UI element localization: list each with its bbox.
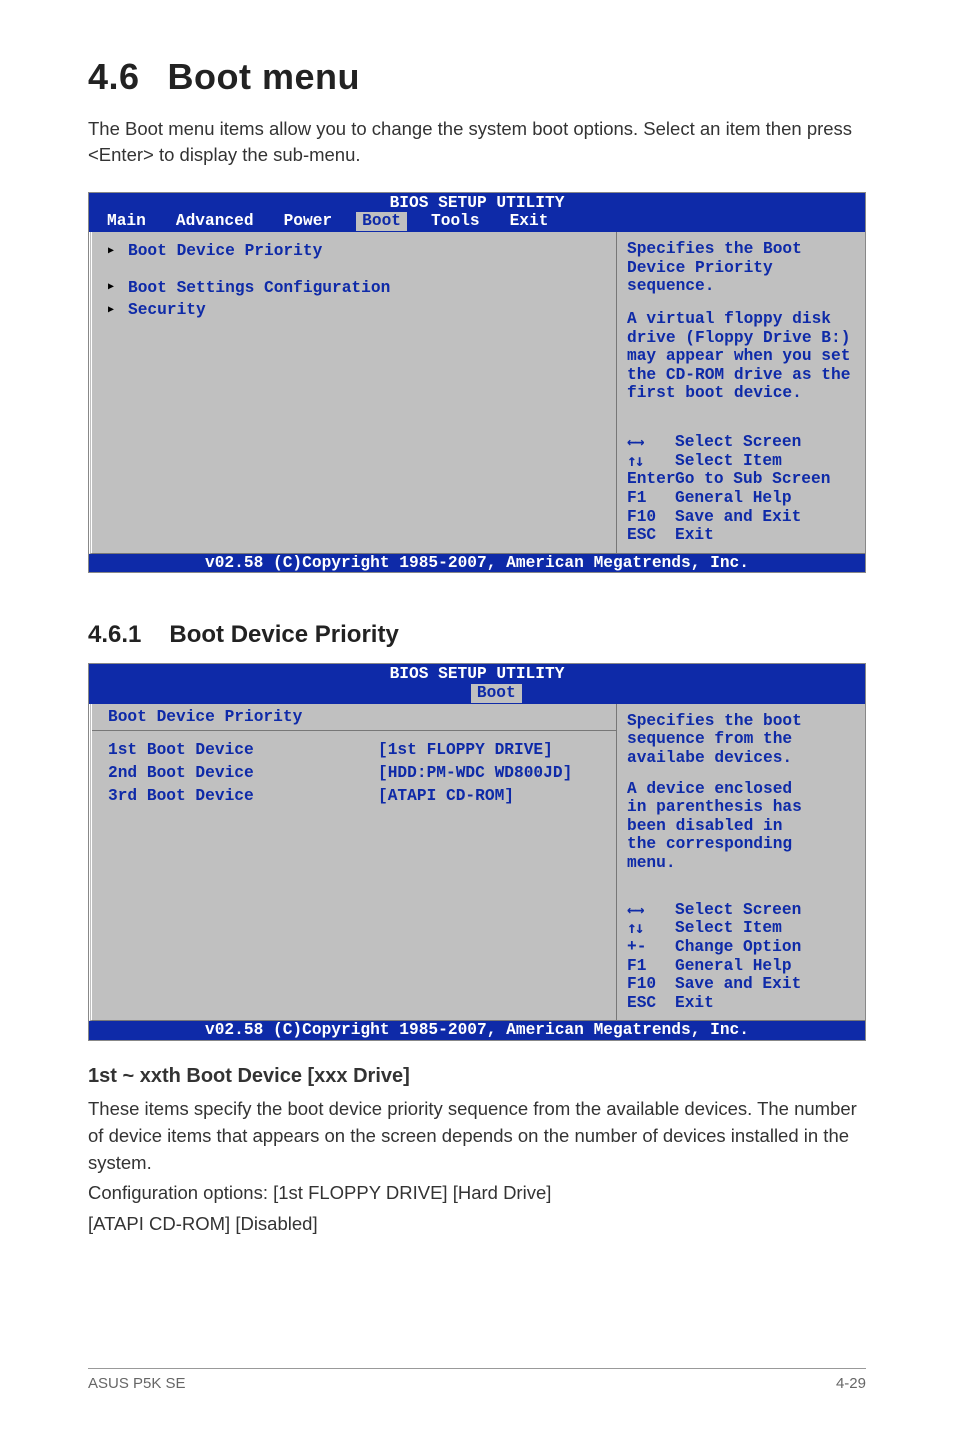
- tab-main[interactable]: Main: [101, 212, 152, 231]
- nav-label: Select Item: [675, 919, 782, 938]
- tab-power[interactable]: Power: [278, 212, 339, 231]
- bios-left-pane: Boot Device Priority 1st Boot Device [1s…: [89, 704, 617, 1022]
- menu-item-label: Security: [128, 301, 206, 320]
- bios-tab-bar: Main Advanced Power Boot: [89, 684, 865, 704]
- bios-boot-menu-screenshot: BIOS SETUP UTILITY Main Advanced Power B…: [88, 192, 866, 574]
- nav-key: F10: [627, 508, 675, 527]
- configuration-options-line1: Configuration options: [1st FLOPPY DRIVE…: [88, 1180, 866, 1207]
- nav-key: ESC: [627, 994, 675, 1013]
- bios-copyright-footer: v02.58 (C)Copyright 1985-2007, American …: [89, 554, 865, 573]
- help-text: drive (Floppy Drive B:): [627, 329, 857, 348]
- nav-key: ↑↓: [627, 919, 675, 938]
- help-text: sequence from the: [627, 730, 857, 749]
- help-text: sequence.: [627, 277, 857, 296]
- nav-label: General Help: [675, 957, 792, 976]
- menu-item-security[interactable]: ▶ Security: [108, 301, 604, 320]
- bios-tab-bar: Main Advanced Power Boot Tools Exit: [89, 212, 865, 232]
- help-text: first boot device.: [627, 384, 857, 403]
- section-heading: 4.6 Boot menu: [88, 56, 866, 98]
- help-text: A virtual floppy disk: [627, 310, 857, 329]
- bios-boot-device-priority-screenshot: BIOS SETUP UTILITY Main Advanced Power B…: [88, 663, 866, 1041]
- help-text: Specifies the boot: [627, 712, 857, 731]
- bios-left-pane: ▶ Boot Device Priority ▶ Boot Settings C…: [89, 232, 617, 554]
- nav-label: Save and Exit: [675, 975, 801, 994]
- subsection-number: 4.6.1: [88, 621, 141, 648]
- nav-label: Exit: [675, 526, 714, 545]
- help-text: Specifies the Boot: [627, 240, 857, 259]
- footer-product-name: ASUS P5K SE: [88, 1375, 186, 1392]
- nav-key: ESC: [627, 526, 675, 545]
- nav-label: Save and Exit: [675, 508, 801, 527]
- menu-item-label: Boot Settings Configuration: [128, 279, 390, 298]
- boot-device-row-2[interactable]: 2nd Boot Device [HDD:PM-WDC WD800JD]: [108, 764, 604, 783]
- boot-device-row-1[interactable]: 1st Boot Device [1st FLOPPY DRIVE]: [108, 741, 604, 760]
- bios-title-bar: BIOS SETUP UTILITY: [89, 193, 865, 213]
- tab-tools[interactable]: Tools: [425, 212, 486, 231]
- nav-label: Go to Sub Screen: [675, 470, 830, 489]
- help-text: the CD-ROM drive as the: [627, 366, 857, 385]
- nav-label: Select Screen: [675, 433, 801, 452]
- boot-device-value: [HDD:PM-WDC WD800JD]: [378, 764, 572, 783]
- nav-label: Select Screen: [675, 901, 801, 920]
- help-text: menu.: [627, 854, 857, 873]
- boot-device-label: 3rd Boot Device: [108, 787, 368, 806]
- nav-key: ←→: [627, 433, 675, 452]
- setting-item-description: These items specify the boot device prio…: [88, 1096, 866, 1176]
- help-text: been disabled in: [627, 817, 857, 836]
- tab-boot[interactable]: Boot: [356, 212, 407, 231]
- help-text: the corresponding: [627, 835, 857, 854]
- menu-item-boot-device-priority[interactable]: ▶ Boot Device Priority: [108, 242, 604, 261]
- intro-paragraph: The Boot menu items allow you to change …: [88, 116, 866, 168]
- bios-help-pane: Specifies the boot sequence from the ava…: [617, 704, 865, 1022]
- section-title-text: Boot menu: [168, 56, 360, 97]
- boot-device-row-3[interactable]: 3rd Boot Device [ATAPI CD-ROM]: [108, 787, 604, 806]
- menu-item-boot-settings-configuration[interactable]: ▶ Boot Settings Configuration: [108, 279, 604, 298]
- nav-key: F10: [627, 975, 675, 994]
- nav-key: +-: [627, 938, 675, 957]
- setting-item-title: 1st ~ xxth Boot Device [xxx Drive]: [88, 1065, 866, 1088]
- nav-key: F1: [627, 489, 675, 508]
- help-text: may appear when you set: [627, 347, 857, 366]
- tab-advanced[interactable]: Advanced: [170, 212, 260, 231]
- nav-label: Select Item: [675, 452, 782, 471]
- help-text: A device enclosed: [627, 780, 857, 799]
- help-text: Device Priority: [627, 259, 857, 278]
- nav-key: Enter: [627, 470, 675, 489]
- bios-title-bar: BIOS SETUP UTILITY: [89, 664, 865, 684]
- submenu-arrow-icon: ▶: [108, 305, 118, 317]
- nav-label: General Help: [675, 489, 792, 508]
- bios-copyright-footer: v02.58 (C)Copyright 1985-2007, American …: [89, 1021, 865, 1040]
- submenu-arrow-icon: ▶: [108, 282, 118, 294]
- help-text: in parenthesis has: [627, 798, 857, 817]
- nav-key: ↑↓: [627, 452, 675, 471]
- subsection-title-text: Boot Device Priority: [169, 621, 398, 648]
- menu-item-label: Boot Device Priority: [128, 242, 322, 261]
- section-number: 4.6: [88, 56, 140, 97]
- help-text: availabe devices.: [627, 749, 857, 768]
- subsection-heading: 4.6.1 Boot Device Priority: [88, 621, 866, 649]
- tab-boot[interactable]: Boot: [471, 684, 522, 703]
- nav-label: Exit: [675, 994, 714, 1013]
- boot-device-label: 1st Boot Device: [108, 741, 368, 760]
- boot-device-value: [ATAPI CD-ROM]: [378, 787, 514, 806]
- tab-exit[interactable]: Exit: [504, 212, 555, 231]
- bios-help-pane: Specifies the Boot Device Priority seque…: [617, 232, 865, 554]
- submenu-arrow-icon: ▶: [108, 246, 118, 258]
- nav-key: ←→: [627, 901, 675, 920]
- footer-page-number: 4-29: [836, 1375, 866, 1392]
- boot-device-value: [1st FLOPPY DRIVE]: [378, 741, 553, 760]
- nav-key: F1: [627, 957, 675, 976]
- boot-device-label: 2nd Boot Device: [108, 764, 368, 783]
- page-footer: ASUS P5K SE 4-29: [88, 1368, 866, 1392]
- configuration-options-line2: [ATAPI CD-ROM] [Disabled]: [88, 1211, 866, 1238]
- nav-label: Change Option: [675, 938, 801, 957]
- pane-heading: Boot Device Priority: [92, 704, 616, 732]
